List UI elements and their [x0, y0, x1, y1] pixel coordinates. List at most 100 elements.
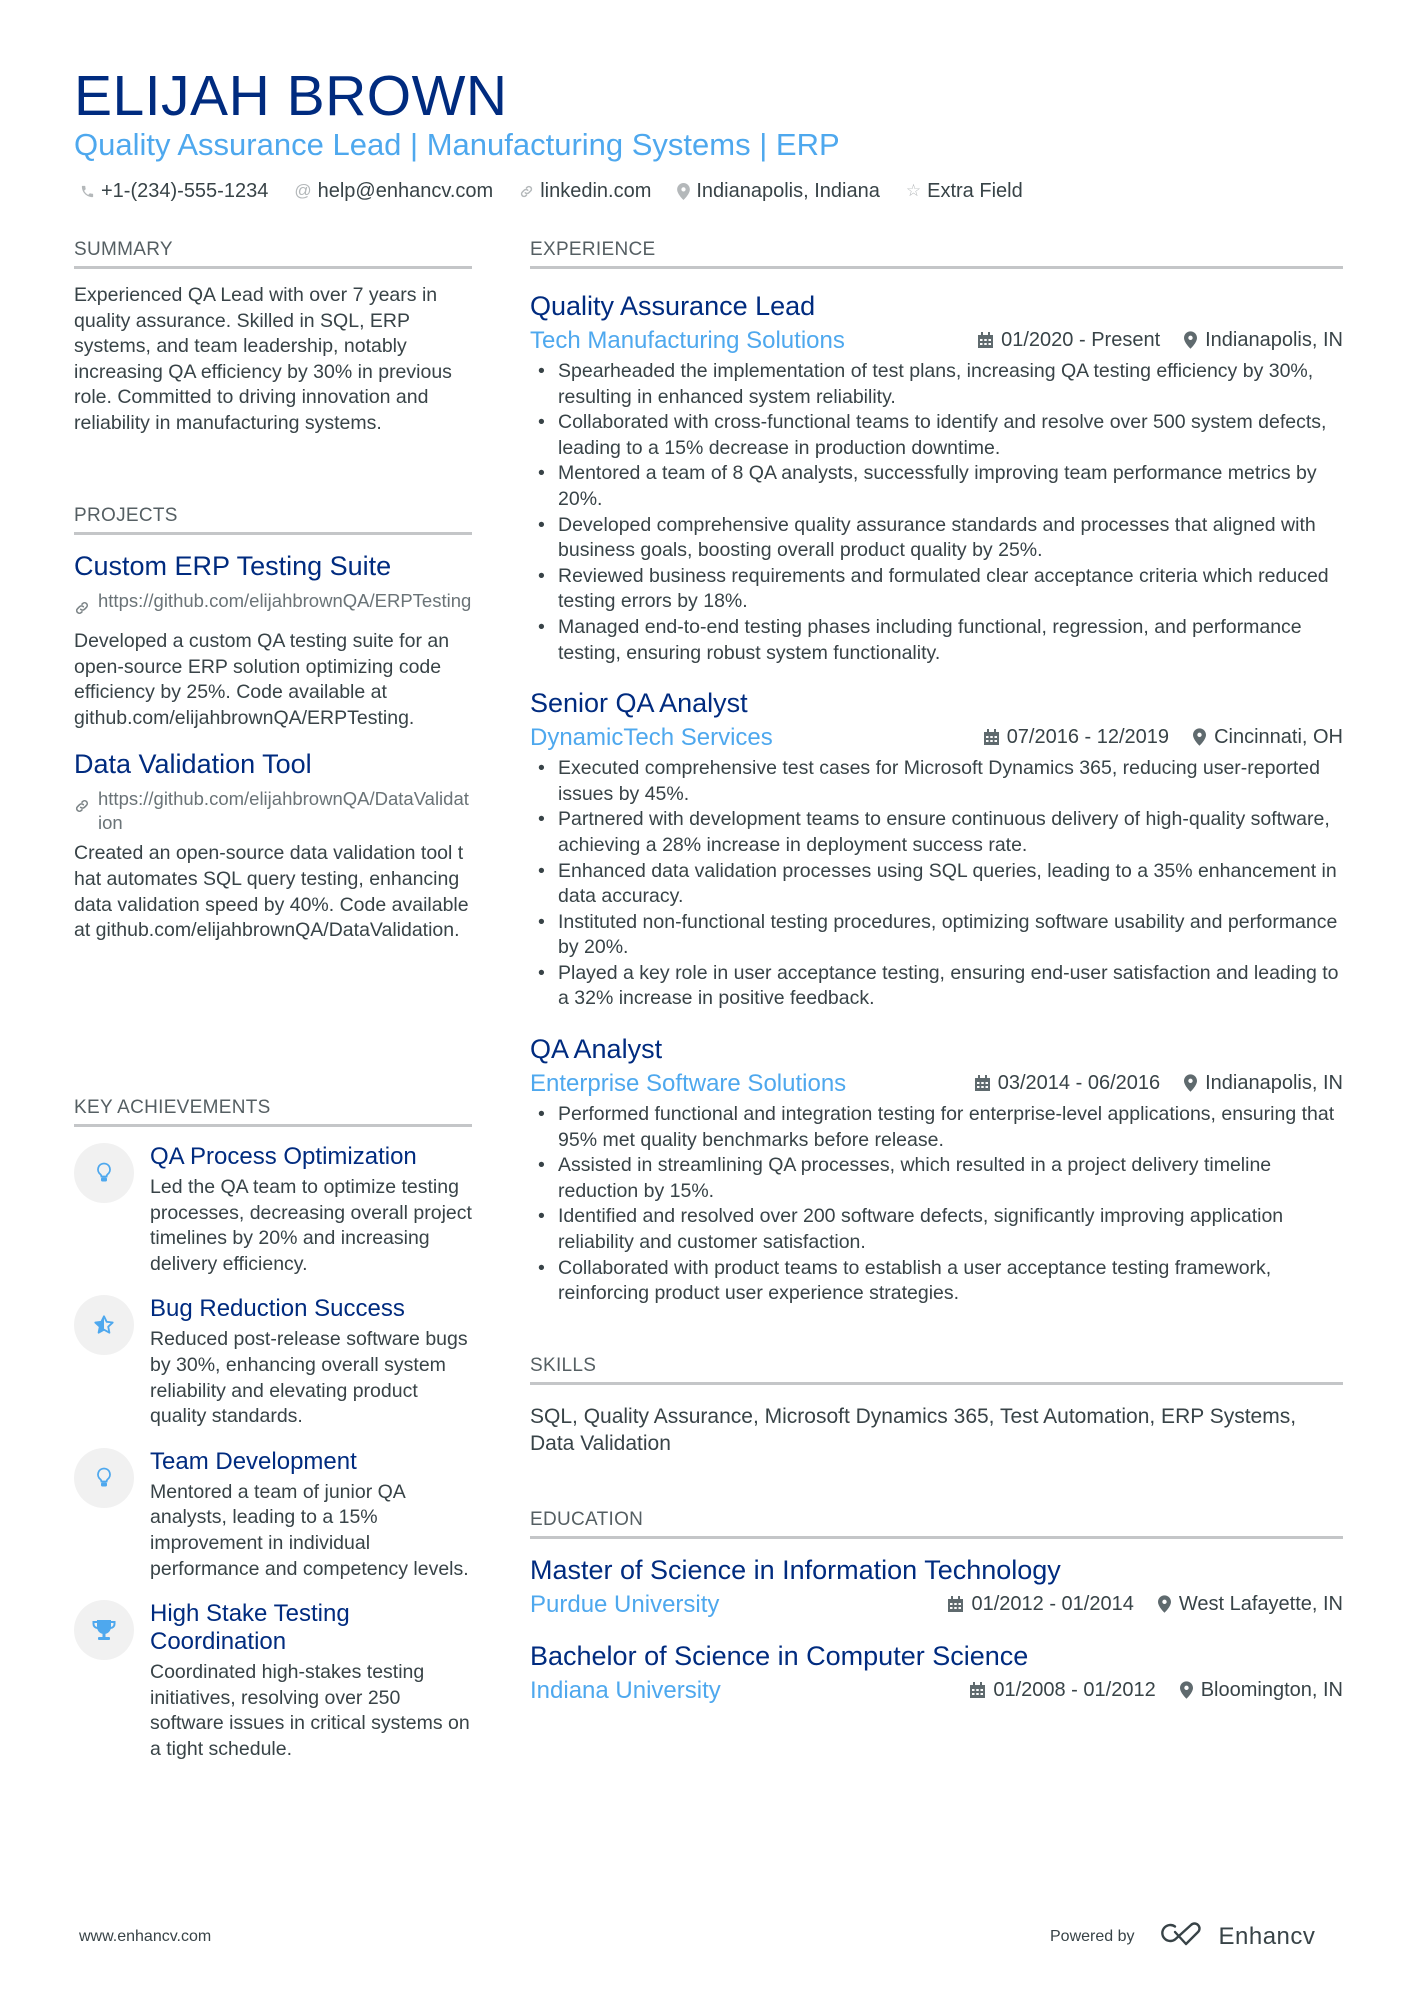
location-icon	[1193, 728, 1207, 746]
footer-website[interactable]: www.enhancv.com	[79, 1928, 211, 1946]
education-heading: EDUCATION	[530, 1508, 1343, 1539]
achievement-item: Team Development Mentored a team of juni…	[74, 1447, 472, 1582]
star-half-icon	[74, 1295, 134, 1356]
achievement-title: Bug Reduction Success	[150, 1295, 405, 1323]
calendar-icon	[970, 1682, 986, 1698]
contact-bar: +1-(234)-555-1234 @ help@enhancv.com lin…	[80, 178, 1023, 204]
company-name: Enterprise Software Solutions	[530, 1070, 847, 1098]
skills-heading: SKILLS	[530, 1354, 1343, 1385]
project-item: Data Validation Tool https://github.com/…	[74, 747, 472, 943]
job-bullets: Executed comprehensive test cases for Mi…	[530, 756, 1343, 1012]
bullet: Enhanced data validation processes using…	[530, 859, 1343, 910]
bullet: Spearheaded the implementation of test p…	[530, 359, 1343, 410]
education-location: Bloomington, IN	[1200, 1678, 1343, 1701]
achievement-description: Reduced post-release software bugs by 30…	[150, 1328, 468, 1428]
summary-section: SUMMARY Experienced QA Lead with over 7 …	[74, 238, 472, 437]
education-item: Master of Science in Information Technol…	[530, 1553, 1343, 1621]
contact-email[interactable]: @ help@enhancv.com	[294, 178, 493, 204]
bullet: Performed functional and integration tes…	[530, 1102, 1343, 1153]
experience-section: EXPERIENCE Quality Assurance Lead Tech M…	[530, 238, 1343, 1307]
experience-item: QA Analyst Enterprise Software Solutions…	[530, 1032, 1343, 1307]
lightbulb-icon	[74, 1447, 134, 1508]
contact-linkedin-text: linkedin.com	[540, 180, 652, 202]
company-name: DynamicTech Services	[530, 724, 773, 752]
contact-phone-text: +1-(234)-555-1234	[101, 180, 269, 202]
lightbulb-icon	[74, 1143, 134, 1203]
achievements-list: QA Process Optimization Led the QA team …	[74, 1143, 472, 1763]
summary-text: Experienced QA Lead with over 7 years in…	[74, 284, 452, 434]
powered-by-label: Powered by	[1050, 1927, 1135, 1945]
degree-title: Bachelor of Science in Computer Science	[530, 1641, 1029, 1671]
job-title: Quality Assurance Lead	[530, 291, 816, 321]
achievement-title: High Stake Testing Coordination	[150, 1600, 350, 1656]
bullet: Managed end-to-end testing phases includ…	[530, 615, 1343, 666]
job-location: Indianapolis, IN	[1205, 1071, 1343, 1094]
projects-section: PROJECTS Custom ERP Testing Suite https:…	[74, 504, 472, 944]
achievements-heading: KEY ACHIEVEMENTS	[74, 1096, 472, 1127]
education-location: West Lafayette, IN	[1178, 1592, 1343, 1615]
calendar-icon	[974, 1075, 990, 1092]
location-icon	[677, 182, 691, 200]
location-icon	[1184, 331, 1198, 349]
education-item: Bachelor of Science in Computer Science …	[530, 1639, 1343, 1707]
job-bullets: Spearheaded the implementation of test p…	[530, 359, 1343, 666]
project-link-text[interactable]: https://github.com/elijahbrownQA/ERPTest…	[98, 589, 471, 623]
contact-extra-text: Extra Field	[927, 180, 1023, 202]
location-icon	[1157, 1595, 1171, 1613]
skills-section: SKILLS SQL, Quality Assurance, Microsoft…	[530, 1354, 1343, 1457]
candidate-name: ELIJAH BROWN	[74, 64, 508, 128]
headline: Quality Assurance Lead | Manufacturing S…	[74, 127, 840, 162]
summary-heading: SUMMARY	[74, 238, 472, 269]
achievement-description: Mentored a team of junior QA analysts, l…	[150, 1480, 469, 1580]
calendar-icon	[948, 1596, 964, 1612]
bullet: Mentored a team of 8 QA analysts, succes…	[530, 461, 1343, 512]
contact-phone[interactable]: +1-(234)-555-1234	[80, 178, 268, 204]
contact-linkedin[interactable]: linkedin.com	[519, 178, 651, 204]
at-icon: @	[294, 181, 312, 200]
project-link[interactable]: https://github.com/elijahbrownQA/ERPTest…	[74, 589, 472, 623]
project-title: Data Validation Tool	[74, 749, 312, 780]
achievement-item: High Stake Testing Coordination Coordina…	[74, 1600, 472, 1762]
footer-branding: Powered by Enhancv	[1050, 1920, 1315, 1953]
project-link-text[interactable]: https://github.com/elijahbrownQA/DataVal…	[98, 787, 472, 835]
education-dates: 01/2012 - 01/2014	[971, 1592, 1134, 1615]
bullet: Collaborated with cross-functional teams…	[530, 410, 1343, 461]
school-name: Indiana University	[530, 1677, 721, 1704]
bullet: Reviewed business requirements and formu…	[530, 564, 1343, 615]
link-icon	[74, 599, 90, 623]
bullet: Executed comprehensive test cases for Mi…	[530, 756, 1343, 807]
school-name: Purdue University	[530, 1591, 720, 1618]
education-dates: 01/2008 - 01/2012	[993, 1678, 1156, 1701]
bullet: Identified and resolved over 200 softwar…	[530, 1204, 1343, 1255]
brand-logo[interactable]: Enhancv	[1160, 1920, 1316, 1953]
job-title: QA Analyst	[530, 1034, 663, 1065]
contact-location-text: Indianapolis, Indiana	[696, 180, 880, 202]
project-item: Custom ERP Testing Suite https://github.…	[74, 549, 472, 731]
bullet: Assisted in streamlining QA processes, w…	[530, 1153, 1343, 1204]
achievement-description: Coordinated high-stakes testing initiati…	[150, 1661, 470, 1760]
project-description: Developed a custom QA testing suite for …	[74, 630, 450, 729]
experience-item: Quality Assurance Lead Tech Manufacturin…	[530, 289, 1343, 666]
achievement-title: Team Development	[150, 1447, 357, 1475]
job-dates: 07/2016 - 12/2019	[1006, 725, 1170, 748]
achievement-item: Bug Reduction Success Reduced post-relea…	[74, 1295, 472, 1429]
bullet: Played a key role in user acceptance tes…	[530, 961, 1343, 1012]
link-icon	[519, 184, 534, 199]
link-icon	[74, 797, 90, 835]
job-bullets: Performed functional and integration tes…	[530, 1102, 1343, 1307]
achievements-section: KEY ACHIEVEMENTS QA Process Optimization…	[74, 1096, 472, 1763]
contact-extra: ☆ Extra Field	[906, 178, 1023, 204]
bullet: Developed comprehensive quality assuranc…	[530, 513, 1343, 564]
degree-title: Master of Science in Information Technol…	[530, 1555, 1061, 1585]
company-name: Tech Manufacturing Solutions	[530, 327, 845, 354]
job-location: Cincinnati, OH	[1214, 725, 1343, 748]
experience-heading: EXPERIENCE	[530, 238, 1343, 269]
education-section: EDUCATION Master of Science in Informati…	[530, 1508, 1343, 1707]
contact-location: Indianapolis, Indiana	[677, 178, 880, 204]
location-icon	[1179, 1681, 1193, 1699]
job-title: Senior QA Analyst	[530, 688, 748, 719]
project-link[interactable]: https://github.com/elijahbrownQA/DataVal…	[74, 787, 472, 835]
project-title: Custom ERP Testing Suite	[74, 551, 392, 581]
bullet: Collaborated with product teams to estab…	[530, 1256, 1343, 1307]
enhancv-logo-icon	[1160, 1920, 1207, 1953]
